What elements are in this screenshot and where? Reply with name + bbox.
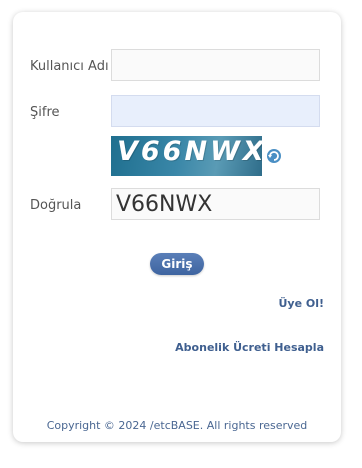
captcha-text: V66NWX: [117, 136, 262, 167]
captcha-image: V66NWX: [111, 136, 262, 176]
username-input[interactable]: [111, 49, 320, 81]
password-label: Şifre: [30, 105, 60, 120]
verify-label: Doğrula: [30, 198, 82, 213]
register-link[interactable]: Üye Ol!: [278, 297, 324, 310]
verify-input[interactable]: [111, 188, 320, 220]
copyright-footer: Copyright © 2024 /etcBASE. All rights re…: [46, 419, 308, 432]
username-label: Kullanıcı Adı: [30, 59, 109, 74]
password-input[interactable]: [111, 95, 320, 127]
login-button[interactable]: Giriş: [150, 253, 204, 275]
refresh-icon[interactable]: [265, 147, 283, 165]
subscription-fee-link[interactable]: Abonelik Ücreti Hesapla: [175, 341, 324, 354]
